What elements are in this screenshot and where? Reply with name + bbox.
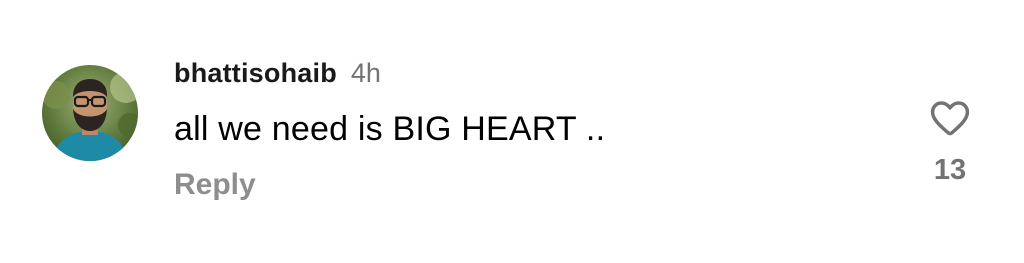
like-count: 13 <box>933 154 967 186</box>
comment: bhattisohaib 4h all we need is BIG HEART… <box>0 0 1024 263</box>
avatar-photo <box>42 65 138 161</box>
like-button[interactable]: 13 <box>922 96 978 196</box>
avatar[interactable] <box>42 65 138 161</box>
username-link[interactable]: bhattisohaib <box>174 58 337 89</box>
comment-text: all we need is BIG HEART .. <box>174 110 606 148</box>
comment-meta: bhattisohaib 4h <box>174 58 381 98</box>
timestamp: 4h <box>350 58 381 88</box>
reply-button[interactable]: Reply <box>174 168 256 202</box>
heart-outline-icon[interactable] <box>928 96 972 140</box>
